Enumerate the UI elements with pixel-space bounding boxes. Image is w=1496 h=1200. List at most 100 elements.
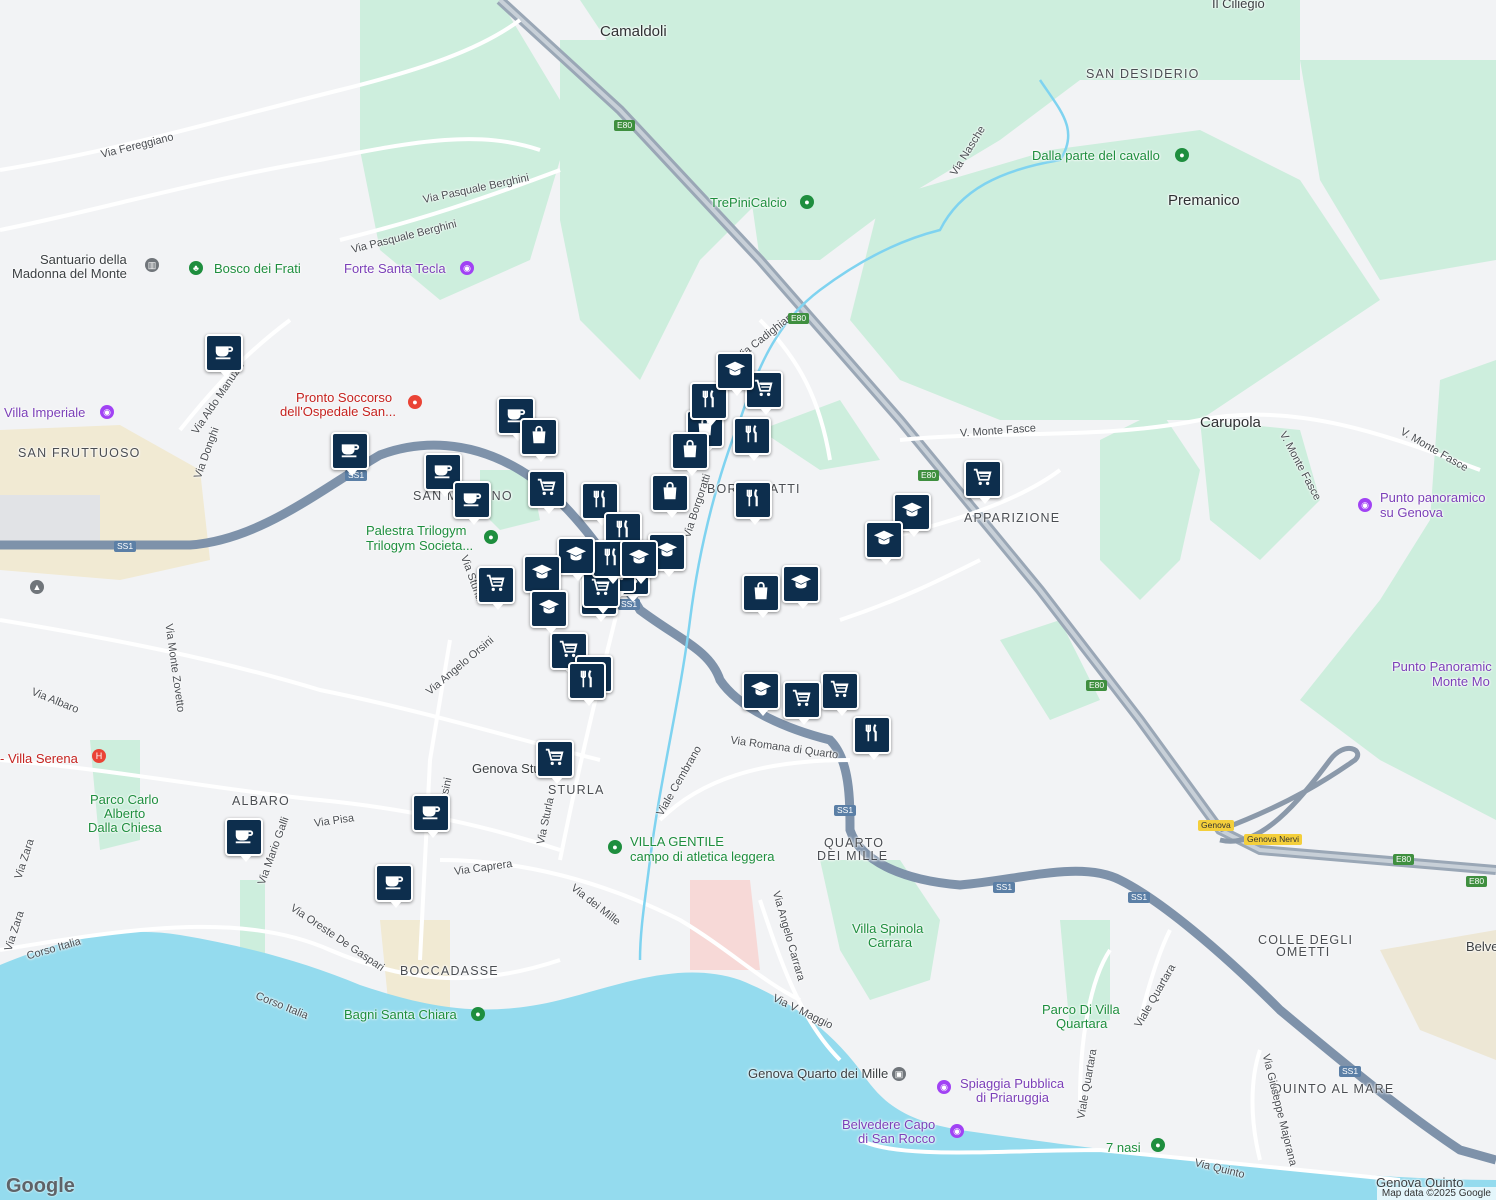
camera-icon[interactable]: ◉ [1358, 498, 1372, 512]
road-shield: E80 [918, 470, 940, 481]
school-marker[interactable] [865, 521, 903, 565]
cart-marker[interactable] [821, 672, 859, 716]
school-icon [790, 571, 812, 598]
poi-label[interactable]: dell'Ospedale San... [280, 404, 396, 419]
road-shield: Genova [1198, 820, 1234, 831]
road-shield: SS1 [834, 805, 857, 816]
cart-marker[interactable] [964, 460, 1002, 504]
poi-label[interactable]: Genova Quarto dei Mille [748, 1066, 888, 1081]
coffee-marker[interactable] [453, 481, 491, 525]
poi-label[interactable]: Palestra Trilogym [366, 523, 466, 538]
poi-label[interactable]: Monte Mo [1432, 674, 1490, 689]
poi-label[interactable]: Villa Imperiale [4, 405, 85, 420]
poi-label[interactable]: Belvedere Capo [842, 1117, 935, 1132]
tree-icon[interactable]: ♣ [189, 261, 203, 275]
place-label: APPARIZIONE [964, 511, 1061, 525]
place-label: Belve [1466, 939, 1496, 954]
poi-label[interactable]: Dalla parte del cavallo [1032, 148, 1160, 163]
camera-icon[interactable]: ◉ [950, 1124, 964, 1138]
poi-label[interactable]: Bagni Santa Chiara [344, 1007, 457, 1022]
shopping-bag-icon [679, 438, 701, 465]
poi-label[interactable]: Spiaggia Pubblica [960, 1076, 1064, 1091]
poi-label[interactable]: - Villa Serena [0, 751, 78, 766]
poi-icon[interactable]: ● [1151, 1138, 1165, 1152]
place-label: QUARTO [824, 836, 885, 850]
school-marker[interactable] [530, 590, 568, 634]
map-attribution[interactable]: Map data ©2025 Google [1376, 1187, 1496, 1200]
poi-label[interactable]: TrePiniCalcio [710, 195, 787, 210]
cart-icon [536, 476, 558, 503]
poi-label[interactable]: Quartara [1056, 1016, 1107, 1031]
map-canvas[interactable]: Camaldoli Il Ciliegio SAN DESIDERIO Prem… [0, 0, 1496, 1200]
poi-label[interactable]: campo di atletica leggera [630, 849, 775, 864]
poi-icon[interactable]: ● [471, 1007, 485, 1021]
shopping-bag-marker[interactable] [651, 474, 689, 518]
school-marker[interactable] [782, 565, 820, 609]
place-label: Santuario della [40, 252, 127, 267]
poi-label[interactable]: Pronto Soccorso [296, 390, 392, 405]
coffee-icon [233, 824, 255, 851]
restaurant-marker[interactable] [733, 417, 771, 461]
poi-label[interactable]: Dalla Chiesa [88, 820, 162, 835]
poi-label[interactable]: VILLA GENTILE [630, 834, 724, 849]
school-marker[interactable] [523, 555, 561, 599]
restaurant-icon [589, 488, 611, 515]
coffee-marker[interactable] [205, 334, 243, 378]
cart-marker[interactable] [536, 740, 574, 784]
museum-icon[interactable]: ▥ [145, 258, 159, 272]
poi-label[interactable]: 7 nasi [1106, 1140, 1141, 1155]
poi-icon[interactable]: ● [800, 195, 814, 209]
poi-label[interactable]: di Priaruggia [976, 1090, 1049, 1105]
poi-label[interactable]: Alberto [104, 806, 145, 821]
cart-marker[interactable] [477, 566, 515, 610]
cart-marker[interactable] [528, 470, 566, 514]
shopping-bag-marker[interactable] [671, 432, 709, 476]
coffee-marker[interactable] [375, 864, 413, 908]
shopping-bag-marker[interactable] [520, 418, 558, 462]
camera-icon[interactable]: ◉ [937, 1080, 951, 1094]
school-icon[interactable]: ▲ [30, 580, 44, 594]
coffee-marker[interactable] [225, 818, 263, 862]
poi-label[interactable]: Parco Carlo [90, 792, 159, 807]
poi-label[interactable]: Parco Di Villa [1042, 1002, 1120, 1017]
poi-label[interactable]: su Genova [1380, 505, 1443, 520]
coffee-marker[interactable] [331, 432, 369, 476]
poi-label[interactable]: Carrara [868, 935, 912, 950]
shopping-bag-marker[interactable] [742, 574, 780, 618]
road-shield: SS1 [993, 882, 1016, 893]
place-label: Genova Stu [472, 761, 541, 776]
school-marker[interactable] [620, 540, 658, 584]
poi-label[interactable]: Villa Spinola [852, 921, 923, 936]
poi-label[interactable]: Forte Santa Tecla [344, 261, 446, 276]
poi-icon[interactable]: ● [484, 530, 498, 544]
coffee-icon [383, 870, 405, 897]
hospital-icon[interactable]: H [92, 749, 106, 763]
school-marker[interactable] [716, 352, 754, 396]
road-shield: E80 [614, 120, 636, 131]
place-label: SAN DESIDERIO [1086, 67, 1200, 81]
cart-marker[interactable] [783, 681, 821, 725]
road-shield: SS1 [114, 541, 137, 552]
restaurant-marker[interactable] [853, 716, 891, 760]
poi-icon[interactable]: ● [1175, 148, 1189, 162]
poi-label[interactable]: Punto Panoramic [1392, 659, 1492, 674]
poi-label[interactable]: di San Rocco [858, 1131, 935, 1146]
camera-icon[interactable]: ◉ [460, 261, 474, 275]
restaurant-marker[interactable] [568, 662, 606, 706]
school-marker[interactable] [742, 672, 780, 716]
cart-icon [485, 572, 507, 599]
train-icon[interactable]: ▣ [892, 1067, 906, 1081]
poi-label[interactable]: Trilogym Societa... [366, 538, 473, 553]
poi-label[interactable]: Bosco dei Frati [214, 261, 301, 276]
restaurant-icon [741, 423, 763, 450]
poi-icon[interactable]: ● [608, 840, 622, 854]
camera-icon[interactable]: ◉ [100, 405, 114, 419]
school-icon [656, 539, 678, 566]
restaurant-marker[interactable] [734, 481, 772, 525]
hospital-icon[interactable]: ● [408, 395, 422, 409]
road-shield: SS1 [1128, 892, 1151, 903]
coffee-marker[interactable] [412, 794, 450, 838]
school-icon [538, 596, 560, 623]
school-marker[interactable] [557, 537, 595, 581]
poi-label[interactable]: Punto panoramico [1380, 490, 1486, 505]
